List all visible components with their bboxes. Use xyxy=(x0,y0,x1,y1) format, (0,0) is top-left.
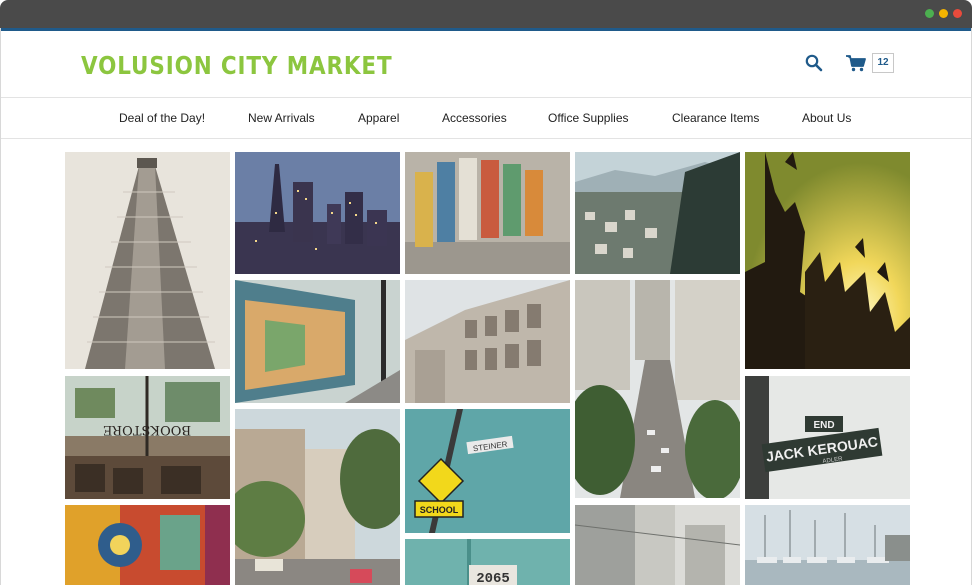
colorful-mural-photo[interactable] xyxy=(65,505,230,585)
cart-button[interactable] xyxy=(845,53,867,73)
flatiron-building-photo[interactable] xyxy=(65,152,230,369)
nav-item-apparel[interactable]: Apparel xyxy=(358,98,399,138)
store-logo[interactable]: VOLUSION CITY MARKET xyxy=(81,51,392,80)
victorian-houses-photo[interactable] xyxy=(405,280,570,403)
search-button[interactable] xyxy=(804,53,824,73)
nav-item-accessories[interactable]: Accessories xyxy=(442,98,507,138)
cart-count-badge[interactable]: 12 xyxy=(872,53,894,73)
marina-boats-photo[interactable] xyxy=(745,505,910,585)
search-icon xyxy=(805,54,823,72)
browser-chrome xyxy=(0,0,972,28)
school-sign-photo[interactable]: STEINER SCHOOL xyxy=(405,409,570,533)
maximize-dot[interactable] xyxy=(925,9,934,18)
city-skyline-night-photo[interactable] xyxy=(235,152,400,274)
nav-item-about-us[interactable]: About Us xyxy=(802,98,851,138)
site-header: VOLUSION CITY MARKET 12 xyxy=(1,31,971,97)
painted-benches-photo[interactable] xyxy=(405,152,570,274)
nav-item-new-arrivals[interactable]: New Arrivals xyxy=(248,98,315,138)
site-frame: VOLUSION CITY MARKET 12 Deal of the Day!… xyxy=(0,28,972,585)
street-trees-houses-photo[interactable] xyxy=(235,409,400,585)
nav-item-deal-of-the-day[interactable]: Deal of the Day! xyxy=(119,98,205,138)
jack-kerouac-sign-photo[interactable]: END JACK KEROUAC ADLER xyxy=(745,376,910,499)
nav-item-office-supplies[interactable]: Office Supplies xyxy=(548,98,629,138)
downtown-hill-street-photo[interactable] xyxy=(575,280,740,498)
bay-bridge-view-photo[interactable] xyxy=(575,152,740,274)
building-number-photo[interactable]: 2065 xyxy=(405,539,570,585)
building-number-text: 2065 xyxy=(476,571,510,585)
main-nav: Deal of the Day! New Arrivals Apparel Ac… xyxy=(1,97,971,139)
cart-icon xyxy=(846,55,866,72)
close-dot[interactable] xyxy=(953,9,962,18)
bookstore-window-photo[interactable]: BOOKSTORE xyxy=(65,376,230,499)
end-sign-text: END xyxy=(813,420,834,431)
school-sign-text: SCHOOL xyxy=(420,505,459,515)
window-controls xyxy=(925,9,962,18)
nav-item-clearance-items[interactable]: Clearance Items xyxy=(672,98,759,138)
bookstore-window-text: BOOKSTORE xyxy=(103,422,191,437)
concert-crowd-photo[interactable] xyxy=(745,152,910,369)
minimize-dot[interactable] xyxy=(939,9,948,18)
mural-wall-street-photo[interactable] xyxy=(235,280,400,403)
building-corner-photo[interactable] xyxy=(575,505,740,585)
